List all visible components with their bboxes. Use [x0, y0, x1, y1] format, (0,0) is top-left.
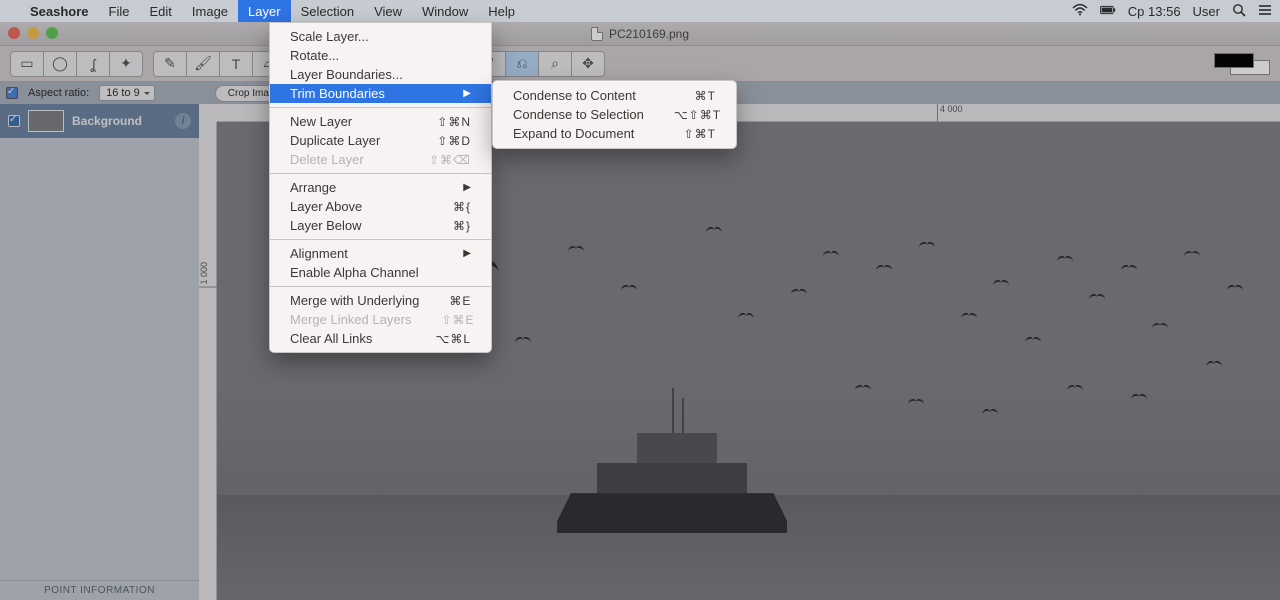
ruler-tick: 1 000: [199, 262, 217, 288]
layer-menu-layer-boundaries[interactable]: Layer Boundaries...: [270, 65, 491, 84]
layer-menu-layer-above[interactable]: Layer Above⌘{: [270, 197, 491, 216]
trim-menu-condense-to-selection[interactable]: Condense to Selection⌥⇧⌘T: [493, 105, 736, 124]
titlebar[interactable]: PC210169.png: [0, 22, 1280, 46]
ellipse-select-tool[interactable]: ◯: [43, 51, 77, 77]
layer-menu-enable-alpha-channel[interactable]: Enable Alpha Channel: [270, 263, 491, 282]
menu-edit[interactable]: Edit: [140, 0, 182, 22]
layer-menu-delete-layer: Delete Layer⇧⌘⌫: [270, 150, 491, 169]
layer-menu-merge-with-underlying[interactable]: Merge with Underlying⌘E: [270, 291, 491, 310]
layer-menu-dropdown: Scale Layer...Rotate...Layer Boundaries.…: [269, 22, 492, 353]
layer-thumbnail: [28, 110, 64, 132]
menu-selection[interactable]: Selection: [291, 0, 364, 22]
menu-image[interactable]: Image: [182, 0, 238, 22]
zoom-icon[interactable]: [46, 27, 58, 39]
aspect-ratio-checkbox[interactable]: [6, 87, 18, 99]
color-wells[interactable]: [1214, 53, 1270, 75]
aspect-ratio-label: Aspect ratio:: [28, 87, 89, 99]
text-tool[interactable]: T: [219, 51, 253, 77]
menu-help[interactable]: Help: [478, 0, 525, 22]
control-center-icon[interactable]: [1258, 4, 1272, 19]
clone-tool[interactable]: ⎌: [505, 51, 539, 77]
move-tool[interactable]: ✥: [571, 51, 605, 77]
menu-layer[interactable]: Layer: [238, 0, 291, 22]
spotlight-icon[interactable]: [1232, 3, 1246, 20]
window-title: PC210169.png: [609, 27, 689, 41]
layer-menu-merge-linked-layers: Merge Linked Layers⇧⌘E: [270, 310, 491, 329]
layer-menu-rotate[interactable]: Rotate...: [270, 46, 491, 65]
menubar: Seashore FileEditImageLayerSelectionView…: [0, 0, 1280, 22]
aspect-ratio-dropdown[interactable]: 16 to 9: [99, 85, 155, 101]
ship-silhouette: [557, 383, 787, 533]
layer-menu-clear-all-links[interactable]: Clear All Links⌥⌘L: [270, 329, 491, 348]
document-icon: [591, 27, 603, 41]
trim-boundaries-submenu: Condense to Content⌘TCondense to Selecti…: [492, 80, 737, 149]
menu-window[interactable]: Window: [412, 0, 478, 22]
workspace: Background i POINT INFORMATION 3 0004 00…: [0, 104, 1280, 600]
layer-menu-arrange[interactable]: Arrange▶: [270, 178, 491, 197]
lasso-tool[interactable]: ʆ: [76, 51, 110, 77]
zoom-tool[interactable]: ⌕: [538, 51, 572, 77]
rect-select-tool[interactable]: ▭: [10, 51, 44, 77]
layers-panel: Background i POINT INFORMATION: [0, 104, 199, 600]
trim-menu-condense-to-content[interactable]: Condense to Content⌘T: [493, 86, 736, 105]
ruler-tick: 4 000: [937, 104, 963, 122]
magic-wand-tool[interactable]: ✦: [109, 51, 143, 77]
layer-name: Background: [72, 114, 142, 128]
layer-menu-scale-layer[interactable]: Scale Layer...: [270, 27, 491, 46]
toolbar: ▭◯ʆ✦✎🖌T▱◬▦↖✋✂✐⎌⌕✥: [0, 46, 1280, 82]
layer-menu-trim-boundaries[interactable]: Trim Boundaries▶: [270, 84, 491, 103]
menu-view[interactable]: View: [364, 0, 412, 22]
layer-visible-checkbox[interactable]: [8, 115, 20, 127]
minimize-icon[interactable]: [27, 27, 39, 39]
ruler-vertical: 1 000: [199, 122, 217, 600]
layer-info-icon[interactable]: i: [175, 113, 191, 129]
wifi-icon[interactable]: [1072, 4, 1088, 19]
brush-tool[interactable]: 🖌: [186, 51, 220, 77]
user-menu[interactable]: User: [1193, 4, 1220, 19]
traffic-lights: [8, 27, 58, 39]
clock[interactable]: Cp 13:56: [1128, 4, 1181, 19]
point-info-header: POINT INFORMATION: [0, 580, 199, 600]
layer-row[interactable]: Background i: [0, 104, 199, 138]
layer-menu-layer-below[interactable]: Layer Below⌘}: [270, 216, 491, 235]
pencil-tool[interactable]: ✎: [153, 51, 187, 77]
battery-icon[interactable]: [1100, 4, 1116, 19]
app-menu[interactable]: Seashore: [20, 4, 99, 19]
trim-menu-expand-to-document[interactable]: Expand to Document⇧⌘T: [493, 124, 736, 143]
layer-menu-new-layer[interactable]: New Layer⇧⌘N: [270, 112, 491, 131]
close-icon[interactable]: [8, 27, 20, 39]
menu-file[interactable]: File: [99, 0, 140, 22]
layer-menu-alignment[interactable]: Alignment▶: [270, 244, 491, 263]
layer-menu-duplicate-layer[interactable]: Duplicate Layer⇧⌘D: [270, 131, 491, 150]
